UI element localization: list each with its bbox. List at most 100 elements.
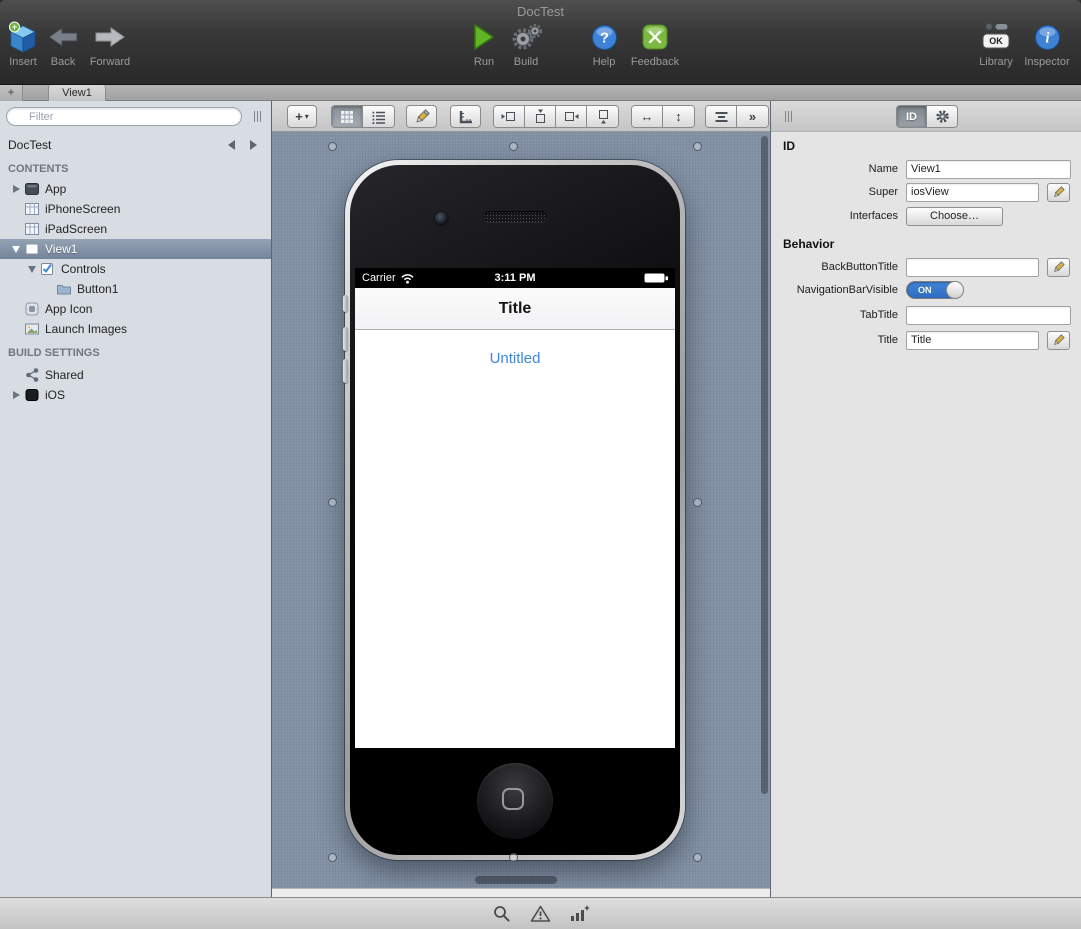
forward-button[interactable]: Forward bbox=[82, 19, 138, 68]
screen-grid-icon bbox=[24, 201, 42, 217]
horizontal-scrollbar[interactable] bbox=[475, 876, 557, 884]
backbuttontitle-edit-button[interactable] bbox=[1047, 258, 1070, 277]
sidebar-item-launch-images[interactable]: Launch Images bbox=[0, 319, 271, 339]
super-edit-button[interactable] bbox=[1047, 183, 1070, 202]
navigation-bar[interactable]: Title bbox=[355, 288, 675, 330]
selection-handle-mid-left[interactable] bbox=[328, 498, 337, 507]
feedback-label: Feedback bbox=[631, 56, 679, 68]
add-object-button[interactable]: +▾ bbox=[287, 105, 317, 128]
sidebar-item-ios[interactable]: iOS bbox=[0, 385, 271, 405]
disclosure-right-icon[interactable] bbox=[8, 185, 24, 193]
inspector-button[interactable]: i Inspector bbox=[1019, 19, 1075, 68]
resize-vertical-button[interactable]: ↕ bbox=[663, 106, 694, 127]
bottom-status-bar bbox=[0, 897, 1081, 929]
filter-row bbox=[0, 101, 271, 132]
more-tools-button[interactable]: » bbox=[737, 106, 768, 127]
selection-handle-top-center[interactable] bbox=[509, 142, 518, 151]
sidebar-item-view1[interactable]: View1 bbox=[0, 239, 271, 259]
name-label: Name bbox=[771, 163, 906, 175]
name-field[interactable] bbox=[906, 160, 1071, 179]
layout-list-button[interactable] bbox=[363, 106, 394, 127]
inspector-panel: ID ID Name Super Interfaces Choose… Beha… bbox=[770, 101, 1081, 897]
build-button[interactable]: Build bbox=[498, 19, 554, 68]
navigationbarvisible-label: NavigationBarVisible bbox=[771, 284, 906, 296]
selection-handle-bottom-left[interactable] bbox=[328, 853, 337, 862]
inspector-resize-handle[interactable] bbox=[785, 111, 792, 122]
title-row: Title bbox=[771, 330, 1081, 350]
ios-device-icon bbox=[24, 387, 42, 403]
main-toolbar: DocTest + Insert Back Forward bbox=[0, 0, 1081, 85]
warning-icon[interactable] bbox=[530, 904, 552, 924]
super-label: Super bbox=[771, 186, 906, 198]
help-button[interactable]: ? Help bbox=[576, 19, 632, 68]
svg-text:OK: OK bbox=[989, 36, 1003, 46]
gear-icon bbox=[935, 109, 950, 124]
vertical-scrollbar[interactable] bbox=[761, 136, 768, 794]
disclosure-right-icon[interactable] bbox=[8, 391, 24, 399]
feedback-button[interactable]: Feedback bbox=[627, 19, 683, 68]
add-tab-button[interactable]: + bbox=[0, 85, 23, 101]
library-button[interactable]: OK Library bbox=[968, 19, 1024, 68]
sidebar-resize-handle[interactable] bbox=[254, 111, 261, 122]
tab-view1[interactable]: View1 bbox=[48, 85, 106, 101]
tab-id-button[interactable]: ID bbox=[897, 106, 927, 127]
layout-grid-button[interactable] bbox=[332, 106, 363, 127]
selection-handle-top-left[interactable] bbox=[328, 142, 337, 151]
sidebar-item-ipadscreen[interactable]: iPadScreen bbox=[0, 219, 271, 239]
navigationbarvisible-toggle[interactable]: ON bbox=[906, 281, 964, 299]
title-edit-button[interactable] bbox=[1047, 331, 1070, 350]
build-label: Build bbox=[514, 56, 538, 68]
pin-bottom-button[interactable] bbox=[587, 106, 618, 127]
tabtitle-field[interactable] bbox=[906, 306, 1071, 325]
pin-right-button[interactable] bbox=[556, 106, 587, 127]
tab-settings-button[interactable] bbox=[927, 106, 957, 127]
layout-mode-segment bbox=[331, 105, 395, 128]
untitled-button[interactable]: Untitled bbox=[355, 350, 675, 367]
project-back-icon[interactable] bbox=[228, 140, 235, 150]
selection-handle-bottom-right[interactable] bbox=[693, 853, 702, 862]
pin-top-button[interactable] bbox=[525, 106, 556, 127]
sidebar-item-controls[interactable]: Controls bbox=[0, 259, 271, 279]
back-arrow-icon bbox=[46, 19, 80, 55]
controls-checkbox-icon bbox=[40, 261, 58, 277]
sidebar-item-iphonescreen[interactable]: iPhoneScreen bbox=[0, 199, 271, 219]
screen-grid-icon bbox=[24, 221, 42, 237]
forward-arrow-icon bbox=[93, 19, 127, 55]
project-row: DocTest bbox=[0, 134, 271, 156]
ruler-button[interactable] bbox=[450, 105, 481, 128]
super-field[interactable] bbox=[906, 183, 1039, 202]
selection-handle-mid-right[interactable] bbox=[693, 498, 702, 507]
edit-pencil-button[interactable] bbox=[406, 105, 437, 128]
sidebar-item-app-icon[interactable]: App Icon bbox=[0, 299, 271, 319]
selection-handle-top-right[interactable] bbox=[693, 142, 702, 151]
selection-handle-bottom-center[interactable] bbox=[509, 853, 518, 862]
interfaces-choose-button[interactable]: Choose… bbox=[906, 207, 1003, 226]
volume-up-button bbox=[343, 327, 348, 351]
filter-input[interactable] bbox=[6, 107, 242, 126]
design-canvas[interactable]: Carrier 3:11 PM Title Untitled bbox=[272, 132, 770, 888]
pin-left-button[interactable] bbox=[494, 106, 525, 127]
sidebar-item-button1[interactable]: Button1 bbox=[0, 279, 271, 299]
console-events-icon[interactable] bbox=[569, 904, 591, 924]
sidebar-item-app[interactable]: App bbox=[0, 179, 271, 199]
sidebar-item-shared[interactable]: Shared bbox=[0, 365, 271, 385]
disclosure-down-icon[interactable] bbox=[8, 246, 24, 253]
backbuttontitle-field[interactable] bbox=[906, 258, 1039, 277]
project-forward-icon[interactable] bbox=[250, 140, 257, 150]
mute-switch bbox=[343, 295, 348, 312]
shared-network-icon bbox=[24, 367, 42, 383]
align-lines-button[interactable] bbox=[706, 106, 737, 127]
insert-label: Insert bbox=[9, 56, 37, 68]
build-gears-icon bbox=[510, 19, 542, 55]
resize-horizontal-button[interactable]: ↔ bbox=[632, 106, 663, 127]
feedback-icon bbox=[642, 19, 668, 55]
app-window-icon bbox=[24, 181, 42, 197]
phone-screen[interactable]: Carrier 3:11 PM Title Untitled bbox=[355, 268, 675, 748]
search-icon[interactable] bbox=[491, 904, 513, 924]
title-field[interactable] bbox=[906, 331, 1039, 350]
backbuttontitle-row: BackButtonTitle bbox=[771, 257, 1081, 277]
disclosure-down-icon[interactable] bbox=[24, 266, 40, 273]
navigationbarvisible-row: NavigationBarVisible ON bbox=[771, 280, 1081, 300]
tabtitle-label: TabTitle bbox=[771, 309, 906, 321]
canvas-panel: +▾ bbox=[272, 101, 770, 897]
